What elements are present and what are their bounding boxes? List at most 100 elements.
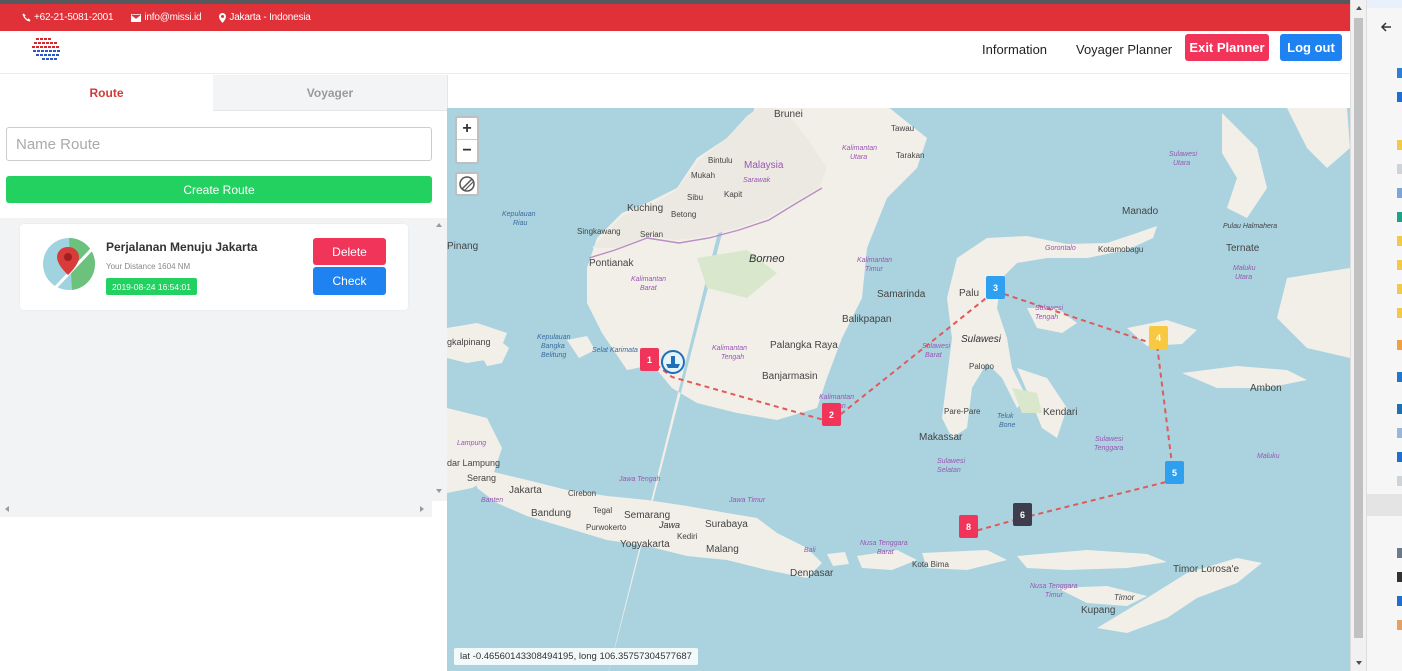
phone-text: +62-21-5081-2001 [34, 12, 114, 23]
file-icon[interactable] [1397, 212, 1402, 222]
map-label: Surabaya [705, 519, 748, 530]
map-label: Kota Bima [912, 560, 949, 569]
exit-planner-button[interactable]: Exit Planner [1185, 34, 1269, 61]
nav-voyager-planner[interactable]: Voyager Planner [1076, 42, 1172, 57]
map-label: Tengah [721, 354, 744, 361]
map-label: Timor Lorosa'e [1173, 564, 1239, 575]
map-label: Ternate [1226, 243, 1260, 254]
phone-info[interactable]: +62-21-5081-2001 [22, 12, 114, 23]
map-label: Serian [640, 230, 663, 239]
map-base-layer: Brunei Tawau Malaysia Bintulu Mukah Sara… [447, 108, 1350, 671]
map-label: Kalimantan [712, 345, 747, 352]
map-label: Betong [671, 210, 696, 219]
folder-icon[interactable] [1397, 308, 1402, 318]
map-label: Lampung [457, 440, 486, 447]
file-icon[interactable] [1397, 340, 1402, 350]
map-label: Purwokerto [586, 523, 627, 532]
scroll-right-arrow-icon[interactable] [420, 506, 424, 512]
draw-tool-button[interactable] [455, 172, 479, 196]
ship-marker-icon[interactable] [658, 348, 688, 378]
file-icon[interactable] [1397, 476, 1402, 486]
map-label: Cirebon [568, 489, 596, 498]
map-label: Pinang [447, 241, 478, 252]
map-label: Timur [1045, 592, 1063, 599]
map-label: Timur [865, 266, 883, 273]
page-scrollbar[interactable] [1350, 0, 1366, 671]
file-icon[interactable] [1397, 548, 1402, 558]
page-scroll-thumb[interactable] [1354, 18, 1363, 638]
contact-bar: +62-21-5081-2001 info@missi.id Jakarta -… [0, 4, 1350, 31]
waypoint-marker-8[interactable]: 8 [959, 515, 978, 538]
waypoint-marker-2[interactable]: 2 [822, 403, 841, 426]
map-label: Kotamobagu [1098, 245, 1143, 254]
map-label: Samarinda [877, 289, 926, 300]
nav-information[interactable]: Information [982, 42, 1047, 57]
tab-route[interactable]: Route [0, 75, 213, 111]
email-info[interactable]: info@missi.id [131, 12, 202, 23]
delete-route-button[interactable]: Delete [313, 238, 386, 265]
map-label: Kalimantan [842, 145, 877, 152]
file-icon[interactable] [1397, 428, 1402, 438]
folder-icon[interactable] [1397, 284, 1402, 294]
zoom-in-button[interactable]: + [457, 118, 477, 140]
map-label: Borneo [749, 253, 784, 265]
map-label: Maluku [1257, 453, 1280, 460]
map-label: Sulawesi [1035, 305, 1063, 312]
map-label: Tenggara [1094, 445, 1123, 452]
route-list-horizontal-scrollbar[interactable] [0, 501, 432, 517]
cursor-coordinates: lat -0.46560143308494195, long 106.35757… [454, 648, 698, 665]
main-navbar: Information Voyager Planner Exit Planner… [0, 31, 1350, 74]
cloud-icon[interactable] [1397, 372, 1402, 382]
page-scroll-up-icon[interactable] [1351, 0, 1367, 16]
map-label: Serang [467, 473, 496, 483]
page-scroll-down-icon[interactable] [1351, 655, 1367, 671]
name-route-input[interactable] [6, 127, 432, 161]
map-label: Jakarta [509, 485, 542, 496]
folder-icon[interactable] [1397, 68, 1402, 78]
route-list-vertical-scrollbar[interactable] [432, 218, 446, 501]
side-selected-row[interactable] [1367, 494, 1402, 516]
scroll-up-arrow-icon[interactable] [436, 223, 442, 227]
map-label: Barat [925, 352, 943, 359]
map-label: Bangka [541, 343, 565, 350]
scroll-left-arrow-icon[interactable] [5, 506, 9, 512]
waypoint-marker-3[interactable]: 3 [986, 276, 1005, 299]
route-date-badge: 2019-08-24 16:54:01 [106, 278, 197, 295]
site-logo[interactable] [30, 36, 64, 62]
folder-icon[interactable] [1397, 260, 1402, 270]
map-label: Singkawang [577, 227, 621, 236]
file-icon[interactable] [1397, 572, 1402, 582]
tab-voyager[interactable]: Voyager [213, 75, 447, 111]
waypoint-marker-1[interactable]: 1 [640, 348, 659, 371]
file-icon[interactable] [1397, 188, 1402, 198]
create-route-button[interactable]: Create Route [6, 176, 432, 203]
location-text: Jakarta - Indonesia [229, 12, 311, 23]
folder-icon[interactable] [1397, 236, 1402, 246]
scroll-down-arrow-icon[interactable] [436, 489, 442, 493]
file-icon[interactable] [1397, 620, 1402, 630]
map-label: Yogyakarta [620, 539, 670, 550]
map-label: Maluku [1233, 265, 1256, 272]
map-label: Makassar [919, 432, 963, 443]
map-view[interactable]: Brunei Tawau Malaysia Bintulu Mukah Sara… [447, 108, 1350, 671]
waypoint-marker-5[interactable]: 5 [1165, 461, 1184, 484]
map-label: Utara [850, 154, 867, 161]
file-icon[interactable] [1397, 164, 1402, 174]
waypoint-marker-4[interactable]: 4 [1149, 326, 1168, 349]
folder-icon[interactable] [1397, 140, 1402, 150]
file-icon[interactable] [1397, 452, 1402, 462]
logout-button[interactable]: Log out [1280, 34, 1342, 61]
network-icon[interactable] [1397, 596, 1402, 606]
map-label: Malang [706, 544, 739, 555]
waypoint-marker-6[interactable]: 6 [1013, 503, 1032, 526]
file-icon[interactable] [1397, 92, 1402, 102]
zoom-out-button[interactable]: − [457, 140, 477, 162]
back-arrow-icon[interactable] [1379, 20, 1393, 34]
map-label: Gorontalo [1045, 245, 1076, 252]
computer-icon[interactable] [1397, 404, 1402, 414]
map-label: gkalpinang [447, 337, 491, 347]
map-label: Manado [1122, 206, 1159, 217]
map-label: Kendari [1043, 407, 1077, 418]
check-route-button[interactable]: Check [313, 267, 386, 295]
map-header [447, 75, 1350, 108]
